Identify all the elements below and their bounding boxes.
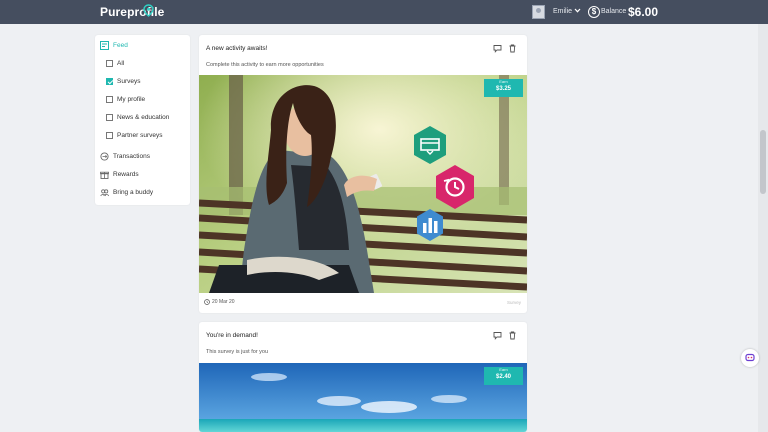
card-subtitle: This survey is just for you: [206, 349, 269, 355]
sidebar-item-rewards[interactable]: Rewards: [95, 168, 190, 182]
sidebar-item-label: Bring a buddy: [113, 189, 154, 196]
activity-card[interactable]: You're in demand! This survey is just fo…: [199, 322, 527, 432]
card-title: You're in demand!: [206, 332, 258, 339]
reward-label: Earn: [499, 367, 508, 372]
comment-icon[interactable]: [493, 44, 502, 53]
sidebar-item-transactions[interactable]: Transactions: [95, 150, 190, 164]
feed-icon: [100, 41, 109, 50]
balance-label: Balance: [601, 8, 627, 15]
filter-news-education[interactable]: News & education: [95, 111, 190, 125]
sidebar-item-bring-a-buddy[interactable]: Bring a buddy: [95, 186, 190, 200]
clock-icon: [204, 299, 210, 305]
chart-hexagon-icon: [417, 209, 443, 241]
filter-label: Surveys: [117, 78, 141, 85]
chevron-down-icon[interactable]: [574, 7, 581, 14]
location-pin-icon: [143, 4, 154, 17]
avatar[interactable]: [532, 5, 545, 19]
comment-icon[interactable]: [493, 331, 502, 340]
survey-hexagon-icon: [414, 126, 446, 164]
activity-card[interactable]: A new activity awaits! Complete this act…: [199, 35, 527, 313]
coin-icon: $: [588, 6, 600, 18]
filter-partner-surveys[interactable]: Partner surveys: [95, 129, 190, 143]
filter-label: My profile: [117, 96, 146, 103]
sidebar-item-label: Feed: [113, 42, 128, 49]
top-bar: Pureprofile Emilie $ Balance $6.00: [0, 0, 768, 24]
trash-icon[interactable]: [508, 44, 517, 53]
filter-my-profile[interactable]: My profile: [95, 93, 190, 107]
brand-logo[interactable]: Pureprofile: [100, 5, 164, 19]
ocean-photo: [199, 363, 527, 432]
reward-label: Earn: [499, 79, 508, 84]
card-title: A new activity awaits!: [206, 45, 268, 52]
card-image[interactable]: Earn $2.40: [199, 363, 527, 432]
gift-icon: [100, 171, 109, 179]
reward-value: $3.25: [495, 86, 511, 92]
filter-label: News & education: [117, 114, 170, 121]
trash-icon[interactable]: [508, 331, 517, 340]
filter-label: All: [117, 60, 125, 67]
sidebar-item-label: Transactions: [113, 153, 150, 160]
scrollbar-track[interactable]: [758, 24, 768, 432]
woman-on-bench-photo: [199, 75, 527, 293]
filter-all[interactable]: All: [95, 57, 190, 71]
filter-surveys[interactable]: Surveys: [95, 75, 190, 89]
sidebar-item-feed[interactable]: Feed: [95, 39, 190, 53]
refresh-hexagon-icon: [436, 165, 474, 209]
filter-label: Partner surveys: [117, 132, 163, 139]
balance-value[interactable]: $6.00: [628, 5, 658, 19]
reward-badge: Earn $3.25: [484, 79, 523, 97]
card-date: 20 Mar 20: [212, 299, 235, 305]
chat-widget-icon[interactable]: [741, 349, 759, 367]
user-name[interactable]: Emilie: [553, 8, 572, 15]
sidebar-item-label: Rewards: [113, 171, 139, 178]
reward-badge: Earn $2.40: [484, 367, 523, 385]
scrollbar-thumb[interactable]: [760, 130, 766, 194]
chat-bubble-icon: [745, 353, 755, 362]
card-subtitle: Complete this activity to earn more oppo…: [206, 62, 324, 68]
checkbox[interactable]: [106, 114, 113, 121]
checkbox[interactable]: [106, 96, 113, 103]
card-type-label: Survey: [506, 300, 521, 305]
checkbox-checked[interactable]: [106, 78, 113, 85]
reward-value: $2.40: [495, 374, 511, 380]
buddy-icon: [100, 189, 109, 197]
card-image[interactable]: Earn $3.25: [199, 75, 527, 293]
checkbox[interactable]: [106, 60, 113, 67]
transactions-icon: [100, 152, 109, 161]
sidebar-content: Feed All Surveys My profile News & educa…: [95, 35, 190, 205]
checkbox[interactable]: [106, 132, 113, 139]
